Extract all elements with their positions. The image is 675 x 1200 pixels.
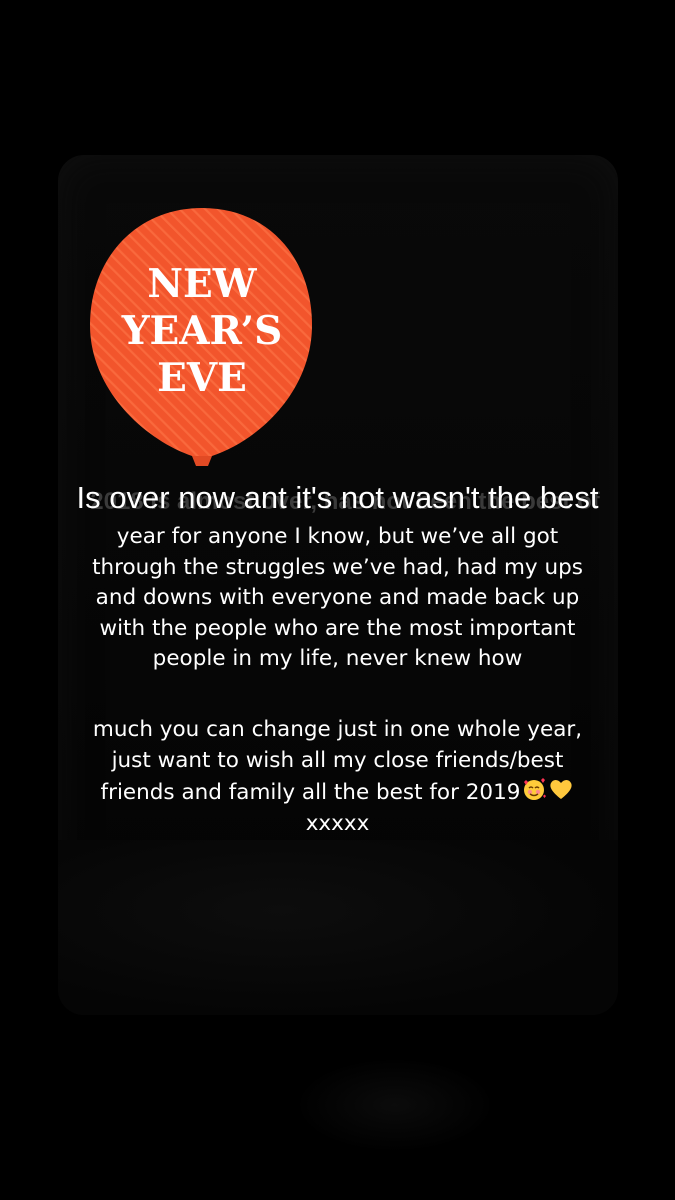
balloon-line-2: YEAR’S (121, 308, 283, 354)
story-caption-paragraph-2: much you can change just in one whole ye… (30, 715, 645, 839)
yellow-heart-icon (550, 780, 573, 799)
dark-shadow (300, 1060, 490, 1150)
story-caption-paragraph-1: year for anyone I know, but we’ve all go… (30, 522, 645, 675)
story-overlay-text: Is over now ant it's not wasn't the best (76, 480, 599, 515)
caption-line: people in my life, never knew how (152, 646, 523, 671)
caption-line: xxxxx (305, 810, 370, 836)
caption-line-with-emoji: friends and family all the best for 2019 (30, 776, 645, 809)
new-years-eve-balloon: NEW YEAR’S EVE (90, 208, 312, 466)
caption-line: just want to wish all my close friends/b… (111, 747, 564, 773)
caption-line: with the people who are the most importa… (99, 615, 576, 641)
caption-line: year for anyone I know, but we’ve all go… (116, 524, 559, 549)
balloon-line-1: NEW (147, 261, 257, 307)
caption-line: and downs with everyone and made back up (95, 585, 580, 610)
background-photo-lower (58, 840, 618, 1015)
balloon-knot (192, 456, 212, 466)
caption-line: through the struggles we’ve had, had my … (92, 554, 583, 580)
caption-line: much you can change just in one whole ye… (92, 717, 583, 742)
story-canvas: NEW YEAR’S EVE 2018 is almost over, has … (0, 0, 675, 1200)
caption-line-text: friends and family all the best for 2019 (100, 780, 521, 805)
balloon-line-3: EVE (157, 355, 247, 401)
smiling-face-with-hearts-icon (524, 778, 547, 800)
